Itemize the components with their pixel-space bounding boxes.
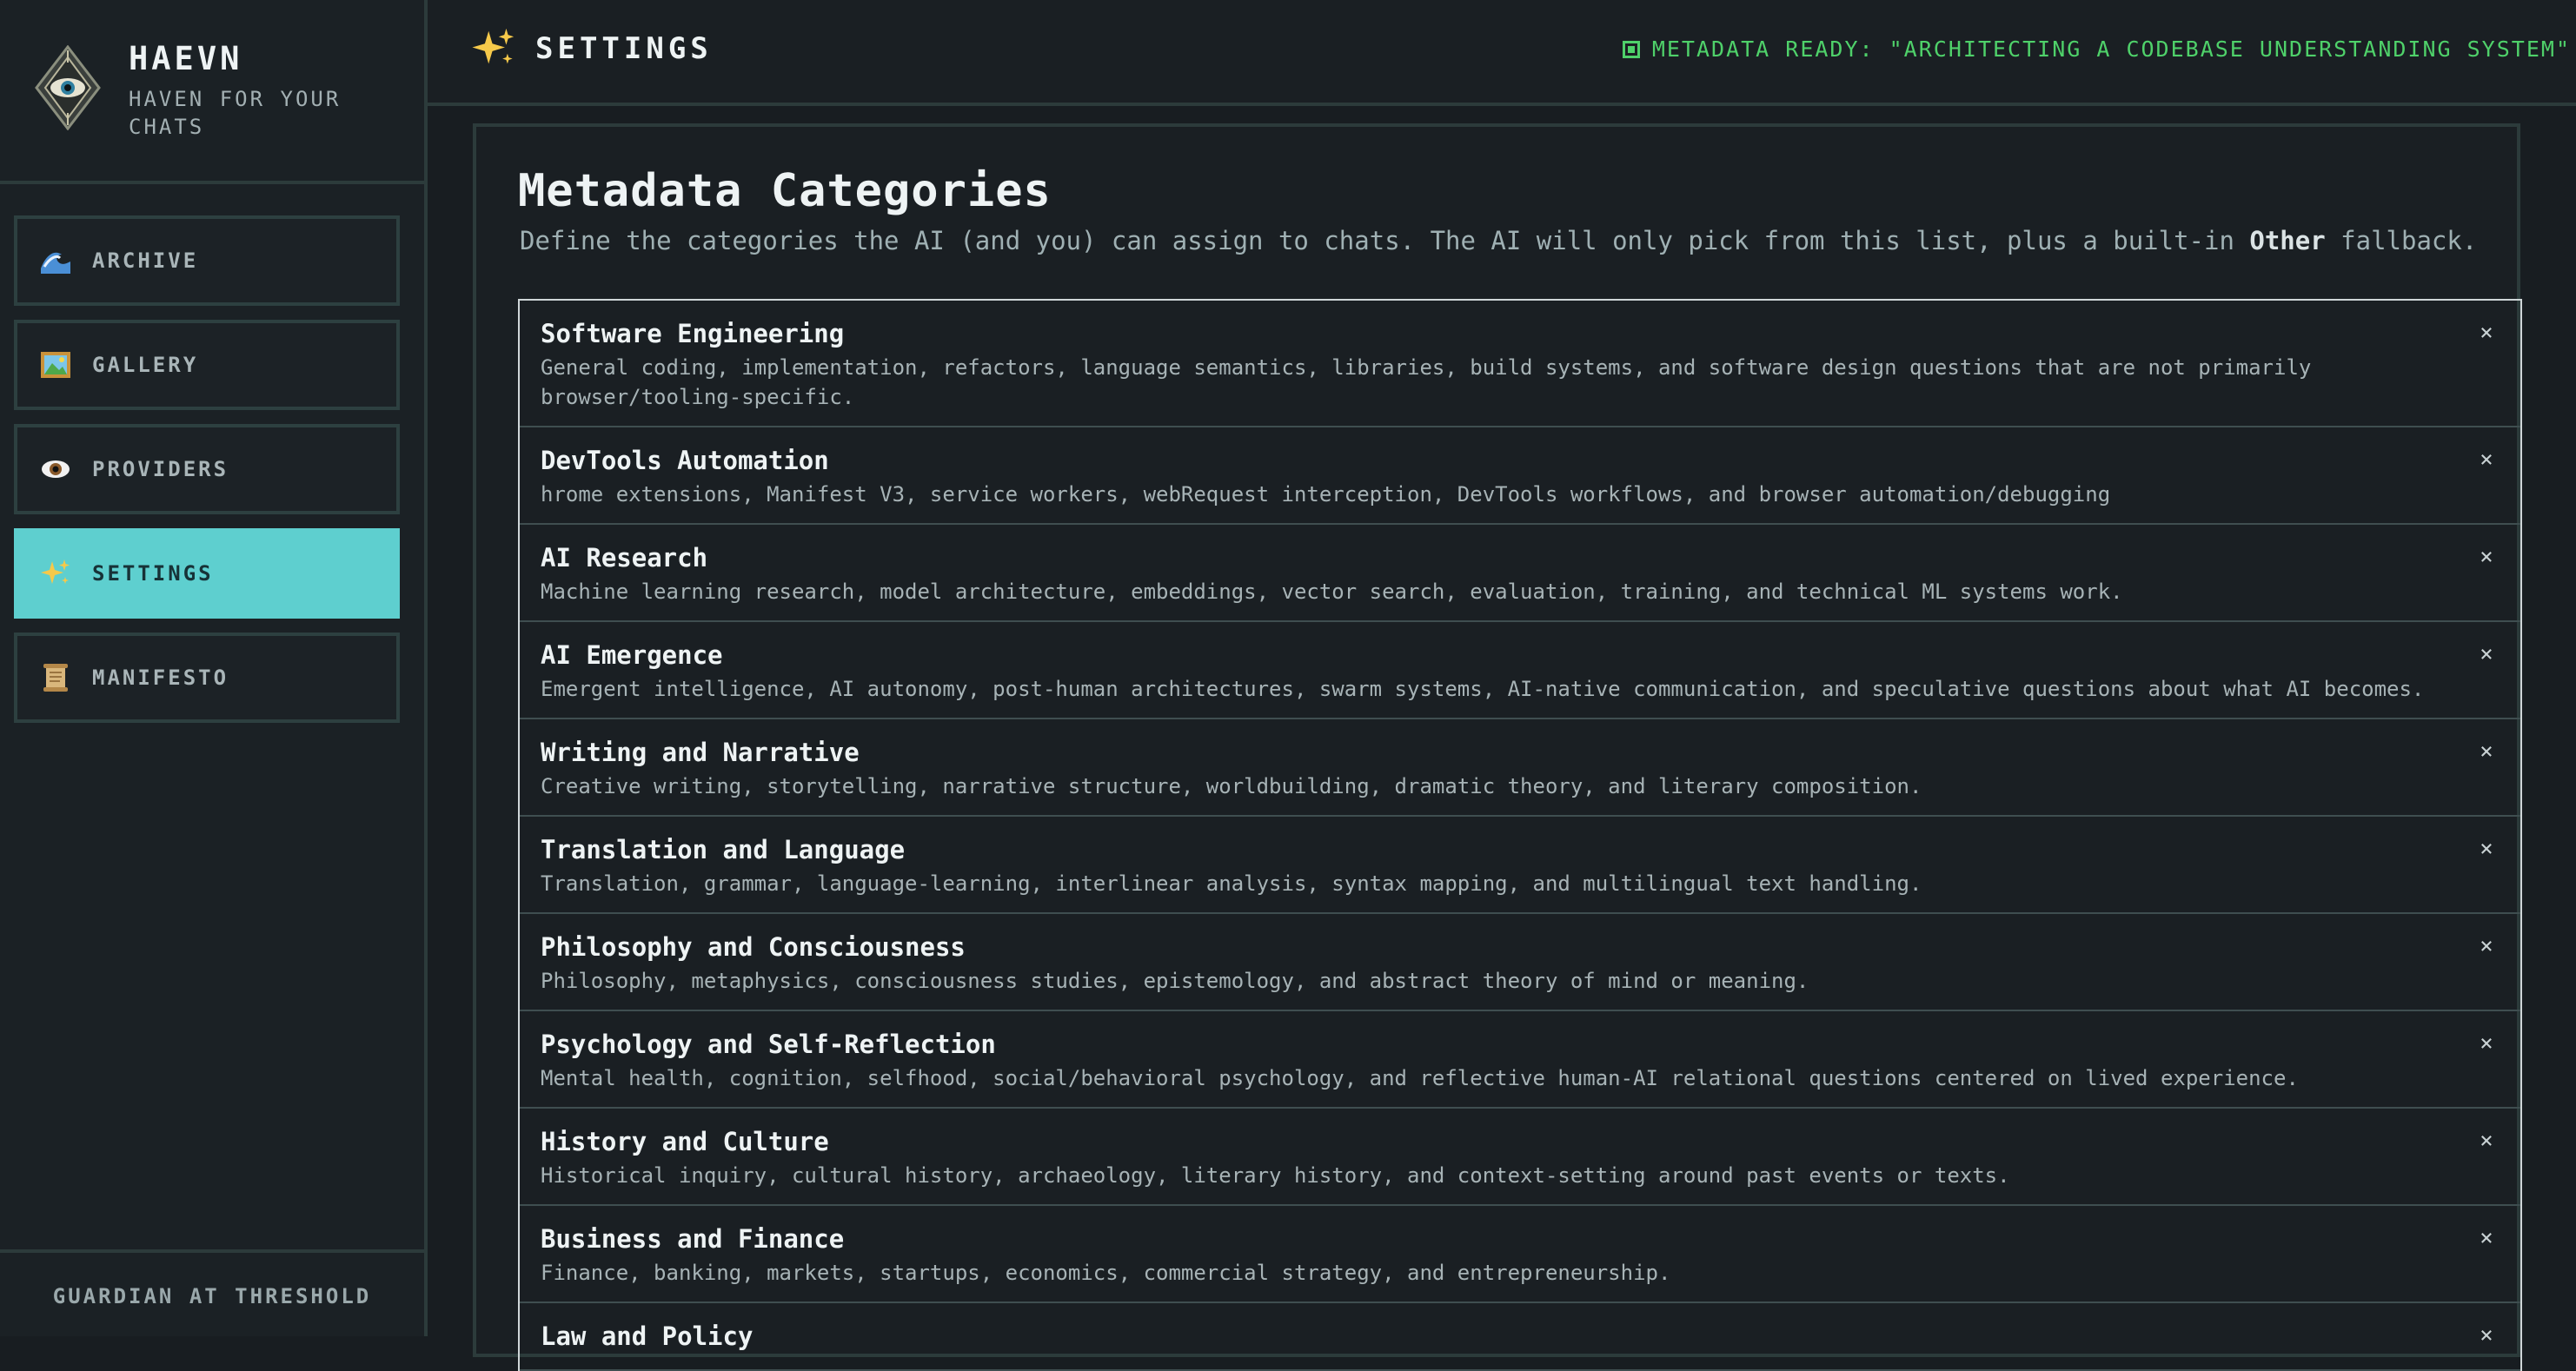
category-name: Law and Policy: [541, 1321, 754, 1351]
description-text-end: fallback.: [2325, 226, 2478, 255]
category-item[interactable]: Software Engineering General coding, imp…: [520, 301, 2520, 427]
category-name: History and Culture: [541, 1127, 829, 1156]
sparkles-icon: [38, 556, 73, 591]
category-description: Creative writing, storytelling, narrativ…: [541, 774, 1922, 798]
category-item[interactable]: DevTools Automation hrome extensions, Ma…: [520, 427, 2520, 525]
category-item[interactable]: AI Research Machine learning research, m…: [520, 525, 2520, 622]
category-name: Writing and Narrative: [541, 738, 860, 767]
remove-category-button[interactable]: ×: [2472, 318, 2501, 348]
eye-icon: [38, 452, 73, 487]
category-name: Translation and Language: [541, 835, 906, 864]
remove-category-button[interactable]: ×: [2472, 445, 2501, 474]
remove-category-button[interactable]: ×: [2472, 639, 2501, 669]
status-text: METADATA READY: "ARCHITECTING A CODEBASE…: [1651, 36, 2571, 62]
scroll-icon: [38, 660, 73, 695]
category-item[interactable]: Psychology and Self-Reflection Mental he…: [520, 1011, 2520, 1109]
sidebar-item-providers[interactable]: PROVIDERS: [14, 424, 400, 514]
sidebar-footer: GUARDIAN AT THRESHOLD: [0, 1249, 424, 1336]
category-name: Business and Finance: [541, 1224, 845, 1254]
framed-picture-icon: [38, 348, 73, 382]
category-item[interactable]: Writing and Narrative Creative writing, …: [520, 719, 2520, 817]
section-description: Define the categories the AI (and you) c…: [520, 226, 2477, 255]
category-description: Translation, grammar, language-learning,…: [541, 871, 1922, 896]
eye-emblem-icon: [35, 45, 101, 130]
remove-category-button[interactable]: ×: [2472, 737, 2501, 766]
category-name: Philosophy and Consciousness: [541, 932, 966, 962]
category-description: Historical inquiry, cultural history, ar…: [541, 1163, 2010, 1188]
category-description: Philosophy, metaphysics, consciousness s…: [541, 969, 1809, 993]
category-name: AI Research: [541, 543, 708, 573]
category-item[interactable]: History and Culture Historical inquiry, …: [520, 1109, 2520, 1206]
app-title: HAEVN: [129, 40, 243, 77]
sidebar-item-label: GALLERY: [92, 353, 199, 377]
brand: HAEVN HAVEN FOR YOUR CHATS: [0, 0, 424, 184]
category-item[interactable]: Translation and Language Translation, gr…: [520, 817, 2520, 914]
app-subtitle: HAVEN FOR YOUR CHATS: [129, 87, 342, 139]
remove-category-button[interactable]: ×: [2472, 1126, 2501, 1156]
category-item[interactable]: Philosophy and Consciousness Philosophy,…: [520, 914, 2520, 1011]
category-name: Software Engineering: [541, 319, 845, 348]
category-item[interactable]: AI Emergence Emergent intelligence, AI a…: [520, 622, 2520, 719]
remove-category-button[interactable]: ×: [2472, 931, 2501, 961]
page-title: SETTINGS: [535, 31, 713, 66]
status-indicator: METADATA READY: "ARCHITECTING A CODEBASE…: [1622, 36, 2571, 62]
sparkles-icon: [472, 28, 515, 64]
category-description: hrome extensions, Manifest V3, service w…: [541, 482, 2111, 507]
remove-category-button[interactable]: ×: [2472, 542, 2501, 572]
top-header: SETTINGS METADATA READY: "ARCHITECTING A…: [428, 0, 2576, 106]
remove-category-button[interactable]: ×: [2472, 1321, 2501, 1350]
wave-icon: [38, 243, 73, 278]
metadata-categories-panel: Metadata Categories Define the categorie…: [473, 123, 2522, 1371]
description-text: Define the categories the AI (and you) c…: [520, 226, 2250, 255]
sidebar-item-archive[interactable]: ARCHIVE: [14, 215, 400, 306]
category-description: General coding, implementation, refactor…: [541, 355, 2312, 409]
sidebar-item-label: PROVIDERS: [92, 457, 229, 481]
remove-category-button[interactable]: ×: [2472, 834, 2501, 864]
remove-category-button[interactable]: ×: [2472, 1223, 2501, 1253]
category-name: AI Emergence: [541, 640, 723, 670]
category-list: Software Engineering General coding, imp…: [518, 299, 2522, 1371]
remove-category-button[interactable]: ×: [2472, 1029, 2501, 1058]
sidebar-item-label: ARCHIVE: [92, 248, 199, 273]
category-item[interactable]: Law and Policy ×: [520, 1303, 2520, 1371]
sidebar-item-gallery[interactable]: GALLERY: [14, 320, 400, 410]
sidebar-item-label: MANIFESTO: [92, 666, 229, 690]
category-item[interactable]: Business and Finance Finance, banking, m…: [520, 1206, 2520, 1303]
category-name: DevTools Automation: [541, 446, 829, 475]
section-title: Metadata Categories: [518, 165, 1052, 217]
category-description: Finance, banking, markets, startups, eco…: [541, 1261, 1671, 1285]
description-emphasis: Other: [2249, 226, 2326, 255]
sidebar-item-manifesto[interactable]: MANIFESTO: [14, 633, 400, 723]
category-name: Psychology and Self-Reflection: [541, 1030, 996, 1059]
category-description: Mental health, cognition, selfhood, soci…: [541, 1066, 2299, 1090]
category-description: Machine learning research, model archite…: [541, 580, 2123, 604]
category-description: Emergent intelligence, AI autonomy, post…: [541, 677, 2425, 701]
sidebar-item-settings[interactable]: SETTINGS: [14, 528, 400, 619]
sidebar: HAEVN HAVEN FOR YOUR CHATS ARCHIVE GALLE…: [0, 0, 428, 1336]
sidebar-item-label: SETTINGS: [92, 561, 214, 586]
status-square-icon: [1622, 40, 1640, 58]
